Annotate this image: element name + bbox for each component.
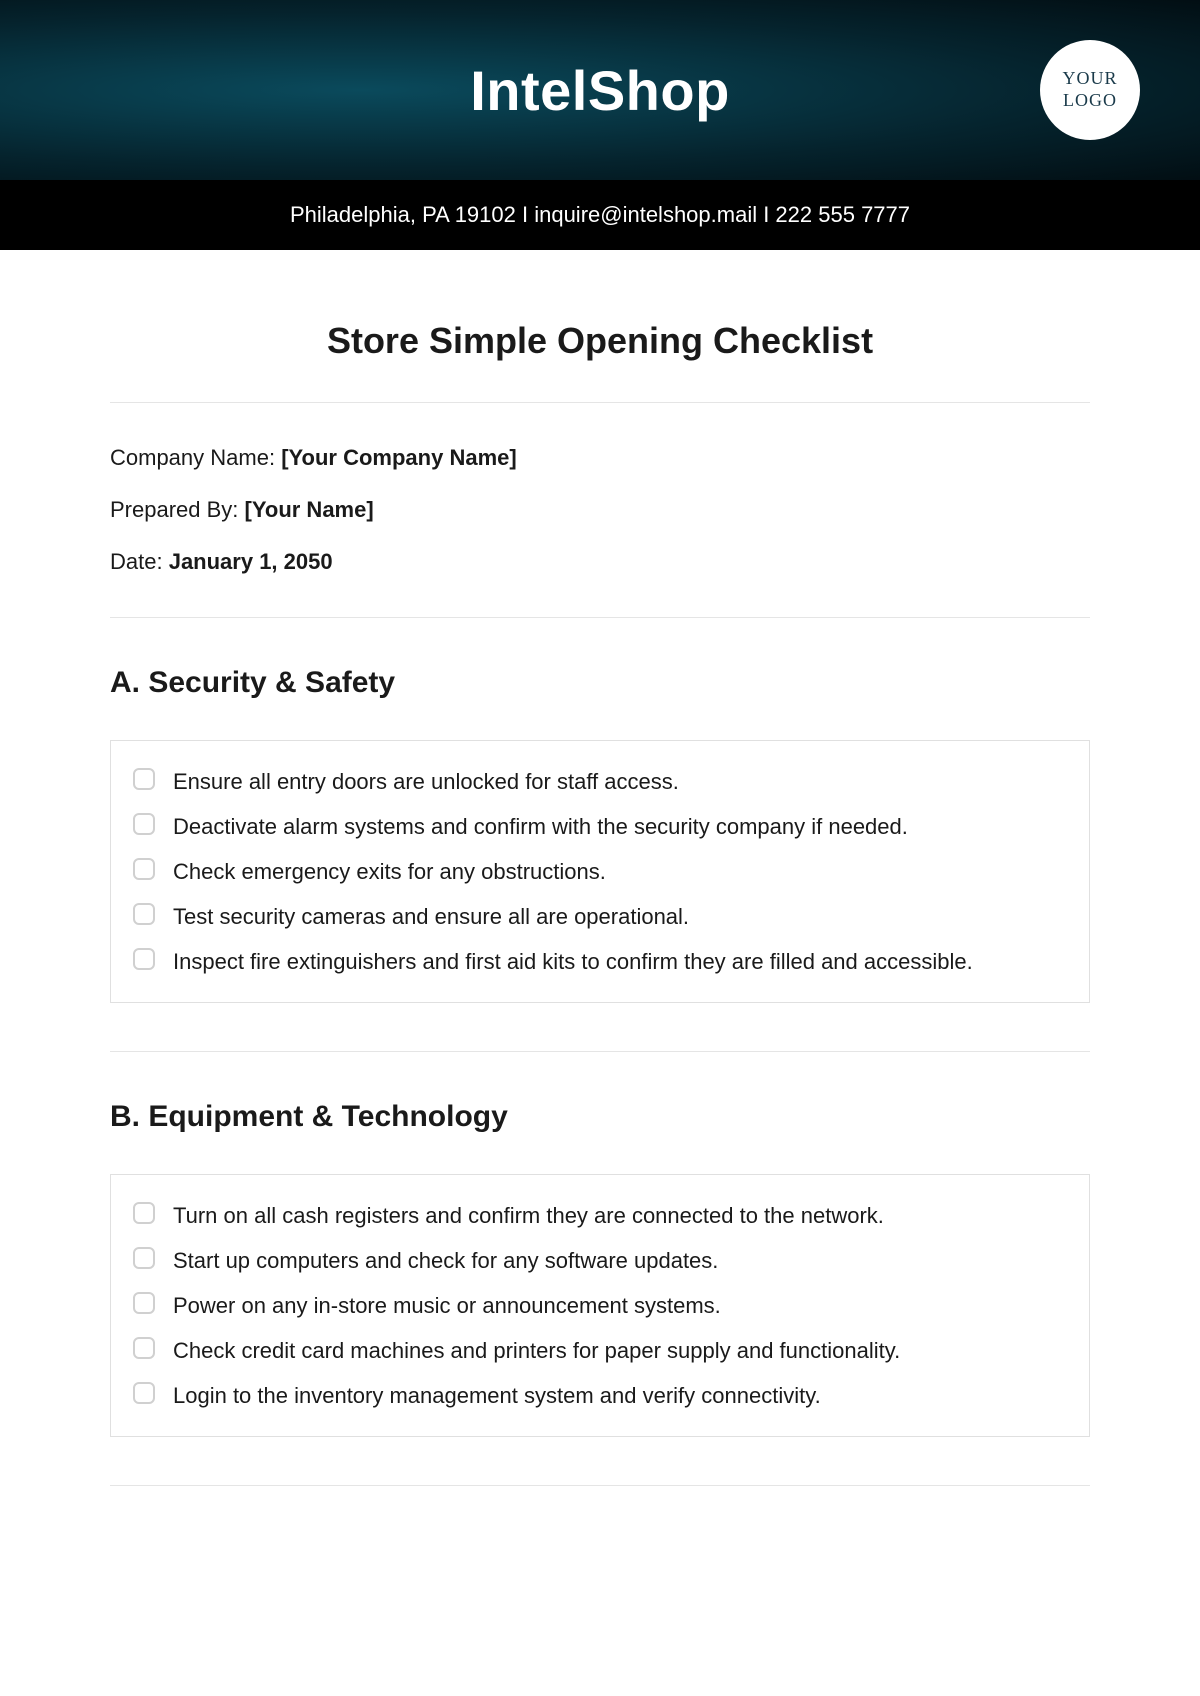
meta-prepared: Prepared By: [Your Name]: [110, 497, 1090, 523]
divider: [110, 1485, 1090, 1486]
checkbox-icon[interactable]: [133, 768, 155, 790]
checklist-item: Start up computers and check for any sof…: [133, 1238, 1067, 1283]
checklist-text: Power on any in-store music or announcem…: [173, 1289, 721, 1322]
contact-bar: Philadelphia, PA 19102 I inquire@intelsh…: [0, 180, 1200, 250]
checklist-box: Turn on all cash registers and confirm t…: [110, 1174, 1090, 1437]
meta-value: [Your Company Name]: [281, 445, 517, 470]
checklist-text: Ensure all entry doors are unlocked for …: [173, 765, 679, 798]
section-equipment: B. Equipment & Technology Turn on all ca…: [110, 1052, 1090, 1437]
checkbox-icon[interactable]: [133, 813, 155, 835]
meta-label: Date:: [110, 549, 169, 574]
checkbox-icon[interactable]: [133, 1292, 155, 1314]
meta-label: Company Name:: [110, 445, 281, 470]
document-title: Store Simple Opening Checklist: [110, 320, 1090, 362]
checklist-item: Ensure all entry doors are unlocked for …: [133, 759, 1067, 804]
checklist-item: Login to the inventory management system…: [133, 1373, 1067, 1418]
checkbox-icon[interactable]: [133, 948, 155, 970]
checklist-item: Turn on all cash registers and confirm t…: [133, 1193, 1067, 1238]
meta-value: [Your Name]: [245, 497, 374, 522]
checklist-item: Check emergency exits for any obstructio…: [133, 849, 1067, 894]
checkbox-icon[interactable]: [133, 1382, 155, 1404]
checklist-text: Login to the inventory management system…: [173, 1379, 821, 1412]
checkbox-icon[interactable]: [133, 858, 155, 880]
brand-title: IntelShop: [470, 58, 730, 123]
checkbox-icon[interactable]: [133, 1247, 155, 1269]
checkbox-icon[interactable]: [133, 903, 155, 925]
checklist-text: Start up computers and check for any sof…: [173, 1244, 718, 1277]
checklist-box: Ensure all entry doors are unlocked for …: [110, 740, 1090, 1003]
checklist-text: Turn on all cash registers and confirm t…: [173, 1199, 884, 1232]
checklist-text: Deactivate alarm systems and confirm wit…: [173, 810, 908, 843]
checklist-text: Test security cameras and ensure all are…: [173, 900, 689, 933]
section-security: A. Security & Safety Ensure all entry do…: [110, 618, 1090, 1003]
meta-date: Date: January 1, 2050: [110, 549, 1090, 575]
checkbox-icon[interactable]: [133, 1202, 155, 1224]
document-content: Store Simple Opening Checklist Company N…: [0, 250, 1200, 1546]
checklist-text: Check emergency exits for any obstructio…: [173, 855, 606, 888]
meta-block: Company Name: [Your Company Name] Prepar…: [110, 403, 1090, 617]
meta-label: Prepared By:: [110, 497, 245, 522]
header-banner: IntelShop YOUR LOGO: [0, 0, 1200, 180]
checklist-item: Test security cameras and ensure all are…: [133, 894, 1067, 939]
checklist-text: Check credit card machines and printers …: [173, 1334, 900, 1367]
checklist-text: Inspect fire extinguishers and first aid…: [173, 945, 973, 978]
checklist-item: Inspect fire extinguishers and first aid…: [133, 939, 1067, 984]
logo-placeholder: YOUR LOGO: [1040, 40, 1140, 140]
checkbox-icon[interactable]: [133, 1337, 155, 1359]
meta-company: Company Name: [Your Company Name]: [110, 445, 1090, 471]
section-title: B. Equipment & Technology: [110, 1100, 1090, 1134]
meta-value: January 1, 2050: [169, 549, 333, 574]
checklist-item: Check credit card machines and printers …: [133, 1328, 1067, 1373]
checklist-item: Power on any in-store music or announcem…: [133, 1283, 1067, 1328]
checklist-item: Deactivate alarm systems and confirm wit…: [133, 804, 1067, 849]
section-title: A. Security & Safety: [110, 666, 1090, 700]
